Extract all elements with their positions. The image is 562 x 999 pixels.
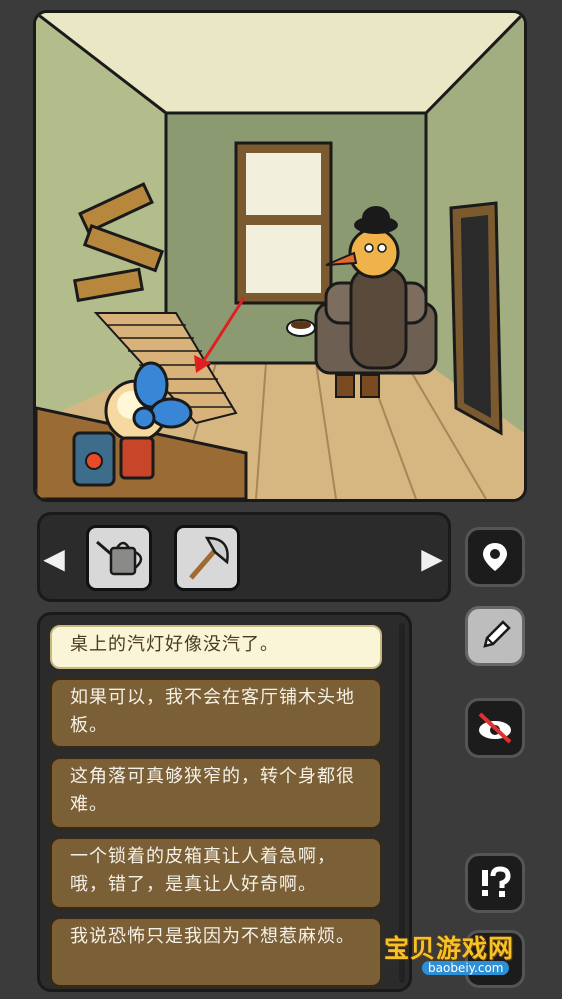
chevron-right-icon: ▶ xyxy=(421,541,443,575)
back-button[interactable] xyxy=(465,930,525,988)
game-scene[interactable] xyxy=(33,10,527,502)
watering-can-icon xyxy=(96,540,143,576)
axe-icon xyxy=(189,536,229,580)
inventory-prev-button[interactable]: ◀ xyxy=(43,541,65,575)
dialog-option[interactable]: 这角落可真够狭窄的，转个身都很难。 xyxy=(50,757,382,829)
hint-button[interactable] xyxy=(465,853,525,913)
notes-button[interactable] xyxy=(465,606,525,666)
chevron-left-icon: ◀ xyxy=(43,541,65,575)
dialog-option[interactable]: 我说恐怖只是我因为不想惹麻烦。 xyxy=(50,917,382,987)
hint-icon xyxy=(482,866,511,897)
dialog-option[interactable]: 如果可以，我不会在客厅铺木头地板。 xyxy=(50,678,382,748)
inventory-next-button[interactable]: ▶ xyxy=(421,541,443,575)
map-button[interactable] xyxy=(465,527,525,587)
inventory-slot-axe[interactable] xyxy=(174,525,240,591)
eye-crossed-icon xyxy=(478,712,512,744)
dialog-panel: 桌上的汽灯好像没汽了。 如果可以，我不会在客厅铺木头地板。 这角落可真够狭窄的，… xyxy=(37,612,412,992)
dialog-option[interactable]: 一个锁着的皮箱真让人着急啊，哦，错了，是真让人好奇啊。 xyxy=(50,837,382,909)
map-pin-icon xyxy=(483,543,507,571)
inventory-bar: ◀ ▶ xyxy=(37,512,451,602)
dialog-option[interactable]: 桌上的汽灯好像没汽了。 xyxy=(50,625,382,669)
inventory-slot-watering-can[interactable] xyxy=(86,525,152,591)
dialog-scrollbar[interactable] xyxy=(399,623,405,983)
pencil-icon xyxy=(483,620,511,648)
hide-button[interactable] xyxy=(465,698,525,758)
